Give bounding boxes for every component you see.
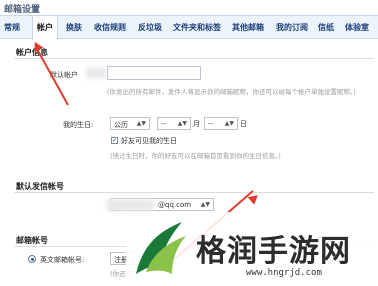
tab-stationery[interactable]: 信纸 <box>318 22 334 33</box>
divider <box>14 192 374 193</box>
chevron-down-icon: ▲▼ <box>177 120 187 127</box>
tab-account[interactable]: 帐户 <box>32 15 58 40</box>
month-select[interactable]: -- ▲▼ <box>157 117 191 130</box>
default-name-hint: (你发出的所有邮件，发件人将显示你的邮箱昵称，你还可以给每个帐户单独设置昵称。) <box>107 88 356 96</box>
birthday-label: 我的生日: <box>63 121 94 129</box>
watermark-url: www.hngrjd.com <box>246 268 322 278</box>
month-value: -- <box>161 120 167 128</box>
default-sender-value: @qq.com <box>158 201 192 209</box>
watermark-text: 格润手游网 <box>196 234 351 269</box>
settings-tab-bar: 常规 帐户 换肤 收信规则 反垃圾 文件夹和标签 其他邮箱 我的订阅 信纸 体验… <box>0 15 378 40</box>
tab-skin[interactable]: 换肤 <box>66 22 82 33</box>
tab-receive-rules[interactable]: 收信规则 <box>94 22 126 33</box>
chevron-down-icon: ▲▼ <box>224 120 234 127</box>
day-value: -- <box>208 120 214 128</box>
friends-visible-checkbox[interactable]: ✓ <box>111 137 118 144</box>
day-unit: 日 <box>240 120 247 128</box>
tab-general[interactable]: 常规 <box>4 22 20 33</box>
day-select[interactable]: -- ▲▼ <box>204 117 238 130</box>
tab-labs[interactable]: 体验室 <box>345 22 369 33</box>
redacted-area <box>106 199 154 211</box>
default-name-input[interactable] <box>107 66 201 80</box>
chevron-down-icon: ▲▼ <box>200 201 210 208</box>
email-account-heading: 邮箱帐号 <box>16 236 48 245</box>
page-title: 邮箱设置 <box>4 5 41 15</box>
redacted-area <box>86 67 106 79</box>
tab-other-mailboxes[interactable]: 其他邮箱 <box>232 22 264 33</box>
tab-folders-labels[interactable]: 文件夹和标签 <box>173 22 221 33</box>
watermark-logo-icon <box>136 222 186 274</box>
divider <box>14 58 374 59</box>
default-sender-heading: 默认发信帐号 <box>16 182 64 191</box>
tab-anti-spam[interactable]: 反垃圾 <box>138 22 162 33</box>
english-account-radio-icon[interactable] <box>28 255 36 263</box>
friends-visible-label: 好友可见我的生日 <box>121 137 177 145</box>
english-account-label: 英文邮箱帐号: <box>40 256 85 264</box>
month-unit: 月 <box>193 120 200 128</box>
friends-visible-hint: (快过生日时，你的好友可以在邮箱首页看到你的生日信息。) <box>110 152 281 160</box>
tab-subscriptions[interactable]: 我的订阅 <box>276 22 308 33</box>
